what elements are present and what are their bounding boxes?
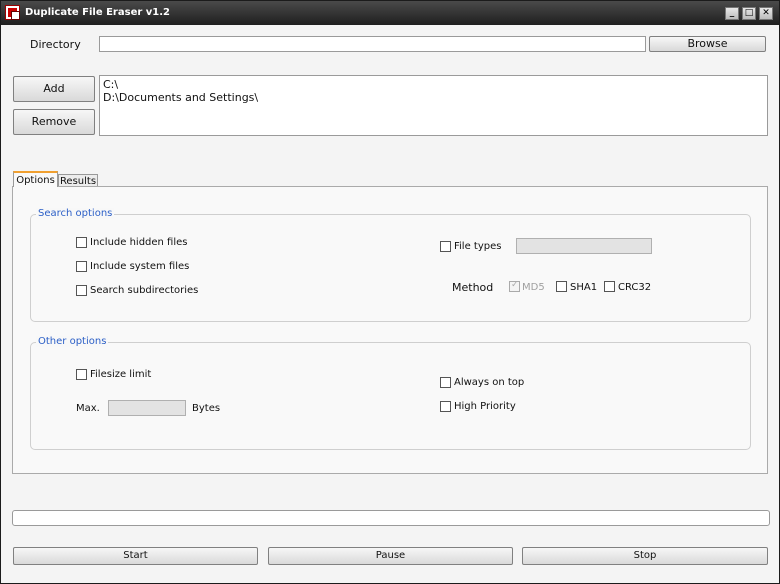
file-types-label: File types xyxy=(454,241,502,252)
search-options-title: Search options xyxy=(36,208,115,219)
tab-options[interactable]: Options xyxy=(13,171,58,187)
progress-bar xyxy=(12,510,770,526)
filesize-limit-label: Filesize limit xyxy=(90,369,152,380)
title-bar[interactable]: Duplicate File Eraser v1.2 _ □ ✕ xyxy=(1,1,779,25)
max-label: Max. xyxy=(76,403,100,414)
search-options-group: Search options Include hidden files Incl… xyxy=(30,208,751,322)
md5-label: MD5 xyxy=(522,282,545,293)
pause-button[interactable]: Pause xyxy=(268,547,513,565)
bytes-label: Bytes xyxy=(192,403,221,414)
directory-input[interactable] xyxy=(99,36,646,52)
start-button[interactable]: Start xyxy=(13,547,258,565)
file-types-input[interactable] xyxy=(516,238,652,254)
directory-label: Directory xyxy=(30,38,81,51)
include-system-label: Include system files xyxy=(90,261,190,272)
add-button[interactable]: Add xyxy=(13,76,95,102)
other-options-title: Other options xyxy=(36,336,109,347)
app-logo-icon xyxy=(5,5,20,20)
search-subdirs-label: Search subdirectories xyxy=(90,285,199,296)
options-panel: Search options Include hidden files Incl… xyxy=(12,186,768,474)
close-button[interactable]: ✕ xyxy=(759,7,773,20)
filesize-limit-checkbox[interactable] xyxy=(76,369,87,380)
list-item[interactable]: C:\ xyxy=(103,78,764,91)
crc32-checkbox[interactable] xyxy=(604,281,615,292)
browse-button[interactable]: Browse xyxy=(649,36,766,52)
sha1-label: SHA1 xyxy=(570,282,598,293)
always-on-top-label: Always on top xyxy=(454,377,525,388)
search-subdirs-checkbox[interactable] xyxy=(76,285,87,296)
include-system-checkbox[interactable] xyxy=(76,261,87,272)
directory-list[interactable]: C:\ D:\Documents and Settings\ xyxy=(99,75,768,136)
sha1-checkbox[interactable] xyxy=(556,281,567,292)
file-types-checkbox[interactable] xyxy=(440,241,451,252)
stop-button[interactable]: Stop xyxy=(522,547,768,565)
window-title: Duplicate File Eraser v1.2 xyxy=(25,7,170,18)
include-hidden-label: Include hidden files xyxy=(90,237,188,248)
remove-button[interactable]: Remove xyxy=(13,109,95,135)
include-hidden-checkbox[interactable] xyxy=(76,237,87,248)
always-on-top-checkbox[interactable] xyxy=(440,377,451,388)
crc32-label: CRC32 xyxy=(618,282,652,293)
minimize-button[interactable]: _ xyxy=(725,7,739,20)
max-size-input[interactable] xyxy=(108,400,186,416)
method-label: Method xyxy=(452,281,494,294)
md5-checkbox[interactable] xyxy=(509,280,520,292)
high-priority-label: High Priority xyxy=(454,401,516,412)
app-window: Duplicate File Eraser v1.2 _ □ ✕ Directo… xyxy=(0,0,780,584)
maximize-button[interactable]: □ xyxy=(742,7,756,20)
high-priority-checkbox[interactable] xyxy=(440,401,451,412)
list-item[interactable]: D:\Documents and Settings\ xyxy=(103,91,764,104)
other-options-group: Other options Filesize limit Max. Bytes … xyxy=(30,336,751,450)
